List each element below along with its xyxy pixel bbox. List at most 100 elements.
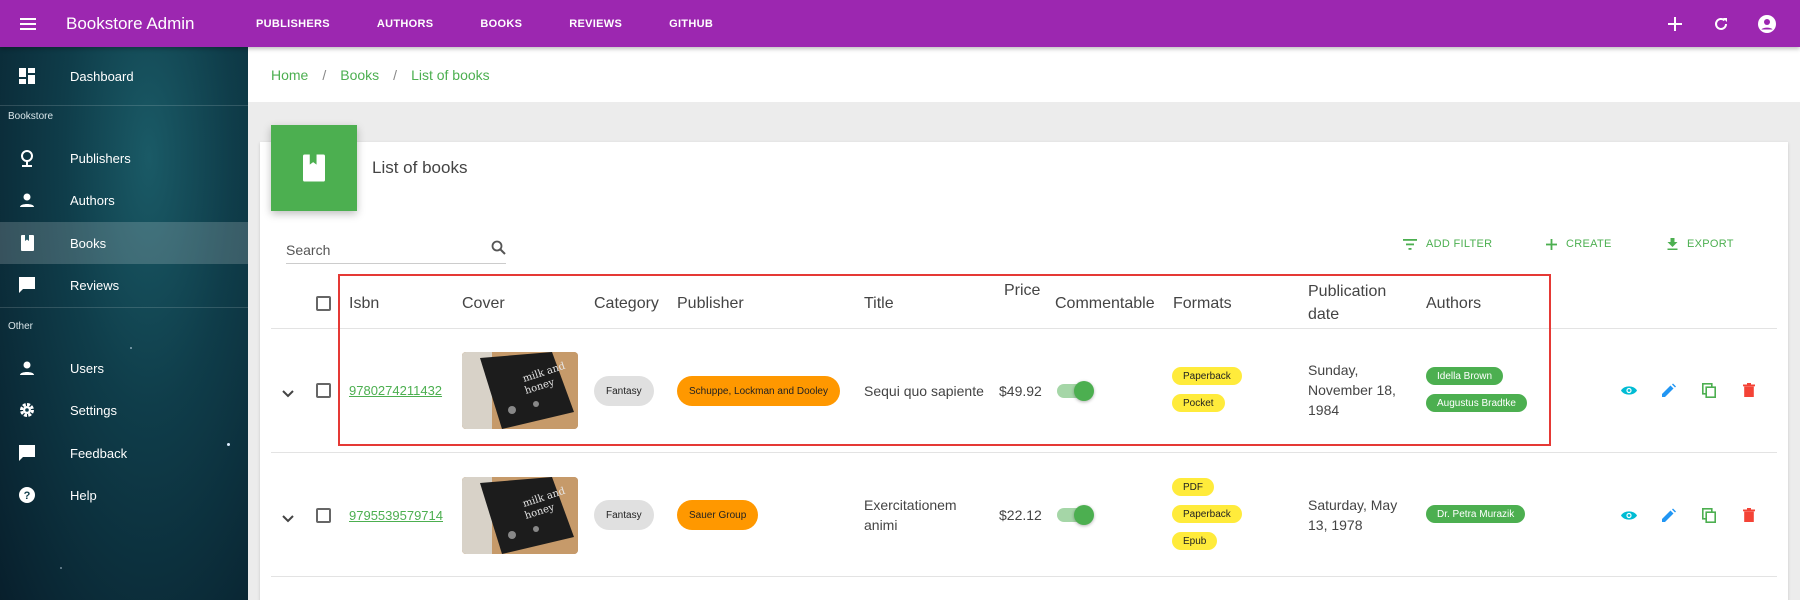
select-all-checkbox[interactable] [316, 296, 331, 311]
breadcrumb-current[interactable]: List of books [411, 67, 490, 83]
create-button[interactable]: CREATE [1546, 238, 1612, 250]
toggle-knob [1074, 381, 1094, 401]
author-chip[interactable]: Augustus Bradtke [1426, 394, 1527, 412]
commentable-toggle[interactable] [1057, 381, 1094, 401]
format-chip[interactable]: Paperback [1172, 367, 1242, 385]
sidebar-item-reviews[interactable]: Reviews [0, 264, 248, 306]
row-checkbox[interactable] [316, 508, 331, 523]
refresh-icon[interactable] [1698, 0, 1744, 47]
menu-icon[interactable] [0, 0, 56, 47]
header-divider [271, 328, 1777, 329]
book-icon [2, 235, 52, 251]
author-chip[interactable]: Idella Brown [1426, 367, 1504, 385]
sidebar-item-help[interactable]: ? Help [0, 474, 248, 516]
topnav-github[interactable]: GITHUB [669, 18, 713, 30]
topnav-publishers[interactable]: PUBLISHERS [256, 18, 330, 30]
globe-icon [2, 149, 52, 167]
sidebar-item-label: Dashboard [70, 68, 134, 84]
column-header-publication-date-line: Publication [1308, 283, 1387, 300]
sidebar-item-label: Feedback [70, 445, 128, 461]
row-divider [271, 576, 1777, 577]
isbn-link[interactable]: 9795539579714 [349, 508, 443, 523]
book-title: Sequi quo sapiente [864, 383, 984, 399]
sidebar-item-label: Books [70, 235, 107, 251]
author-chip[interactable]: Dr. Petra Murazik [1426, 505, 1526, 523]
sidebar-item-users[interactable]: Users [0, 347, 248, 389]
column-header-cover: Cover [462, 295, 505, 312]
edit-pencil-icon[interactable] [1660, 506, 1678, 524]
book-title: Exercitationem animi [864, 495, 957, 535]
top-nav: PUBLISHERS AUTHORS BOOKS REVIEWS GITHUB [256, 18, 760, 30]
breadcrumb-home[interactable]: Home [271, 67, 308, 83]
row-checkbox[interactable] [316, 383, 331, 398]
delete-trash-icon[interactable] [1740, 506, 1758, 524]
edit-pencil-icon[interactable] [1660, 381, 1678, 399]
clone-icon[interactable] [1700, 506, 1718, 524]
clone-icon[interactable] [1700, 381, 1718, 399]
divider [0, 105, 248, 106]
person-icon [2, 193, 52, 207]
sidebar-section-other: Other [8, 321, 34, 332]
sidebar-item-publishers[interactable]: Publishers [0, 137, 248, 179]
breadcrumb: Home / Books / List of books [248, 47, 1800, 102]
publication-date-line: 13, 1978 [1308, 517, 1363, 533]
filter-icon [1403, 238, 1417, 250]
book-cover-image[interactable]: milk and honey [462, 477, 578, 554]
column-header-publication-date[interactable]: Publication date [1308, 280, 1386, 326]
search-input[interactable] [286, 241, 456, 258]
chevron-down-icon[interactable] [282, 510, 294, 528]
export-button[interactable]: EXPORT [1667, 238, 1734, 250]
comment-icon [2, 277, 52, 293]
help-icon: ? [2, 487, 52, 503]
book-icon [271, 125, 357, 211]
toggle-knob [1074, 505, 1094, 525]
topnav-books[interactable]: BOOKS [480, 18, 522, 30]
dashboard-icon [2, 68, 52, 84]
format-chip[interactable]: Pocket [1172, 394, 1225, 412]
breadcrumb-books[interactable]: Books [340, 67, 379, 83]
download-icon [1667, 238, 1678, 250]
publisher-chip[interactable]: Schuppe, Lockman and Dooley [677, 376, 840, 406]
breadcrumb-separator: / [322, 66, 327, 83]
category-chip[interactable]: Fantasy [594, 500, 654, 530]
sidebar-item-label: Reviews [70, 277, 120, 293]
sidebar-item-settings[interactable]: Settings [0, 389, 248, 431]
sidebar-item-authors[interactable]: Authors [0, 179, 248, 221]
format-chip[interactable]: PDF [1172, 478, 1214, 496]
column-header-publisher[interactable]: Publisher [677, 292, 744, 315]
column-header-title[interactable]: Title [864, 292, 894, 315]
topnav-authors[interactable]: AUTHORS [377, 18, 434, 30]
account-icon[interactable] [1744, 0, 1790, 47]
category-chip[interactable]: Fantasy [594, 376, 654, 406]
add-filter-button[interactable]: ADD FILTER [1403, 238, 1492, 250]
book-cover-image[interactable]: milk and honey [462, 352, 578, 429]
column-header-price[interactable]: Price [1004, 279, 1040, 302]
publisher-chip[interactable]: Sauer Group [677, 500, 759, 530]
column-header-commentable[interactable]: Commentable [1055, 292, 1155, 315]
column-header-authors: Authors [1426, 295, 1482, 312]
sidebar-item-feedback[interactable]: Feedback [0, 432, 248, 474]
column-header-isbn[interactable]: Isbn [349, 292, 379, 315]
top-actions [1652, 0, 1790, 47]
show-eye-icon[interactable] [1620, 381, 1638, 399]
format-chip[interactable]: Epub [1172, 532, 1218, 550]
add-filter-label: ADD FILTER [1426, 238, 1493, 250]
sidebar-item-books[interactable]: Books [0, 222, 248, 264]
publication-date-line: 1984 [1308, 402, 1340, 418]
isbn-link[interactable]: 9780274211432 [349, 383, 442, 398]
sidebar-item-dashboard[interactable]: Dashboard [0, 55, 248, 97]
add-icon[interactable] [1652, 0, 1698, 47]
star-decoration [60, 567, 62, 569]
commentable-toggle[interactable] [1057, 505, 1094, 525]
delete-trash-icon[interactable] [1740, 381, 1758, 399]
column-header-formats: Formats [1173, 295, 1232, 312]
search-field [286, 236, 506, 264]
topnav-reviews[interactable]: REVIEWS [569, 18, 622, 30]
sidebar-item-label: Settings [70, 402, 117, 418]
chevron-down-icon[interactable] [282, 385, 294, 403]
show-eye-icon[interactable] [1620, 506, 1638, 524]
search-icon[interactable] [491, 240, 506, 260]
column-header-category[interactable]: Category [594, 292, 659, 315]
divider [0, 307, 248, 308]
format-chip[interactable]: Paperback [1172, 505, 1242, 523]
